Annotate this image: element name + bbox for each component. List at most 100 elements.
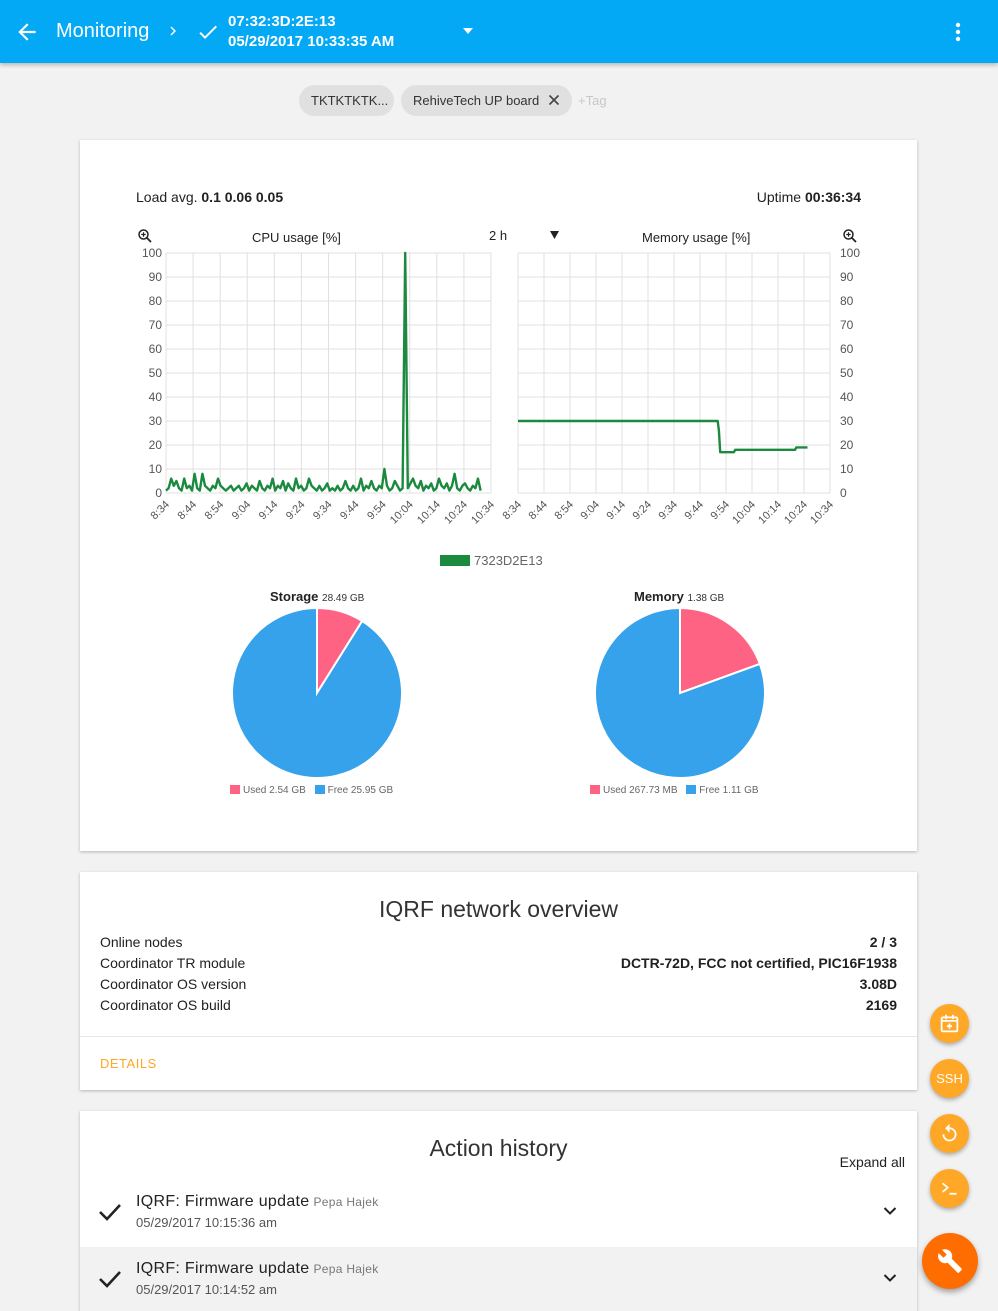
legend-item: Free 25.95 GB [314, 785, 394, 796]
calendar-add-icon [940, 1014, 959, 1033]
x-tick-label: 8:34 [148, 499, 172, 523]
storage-pie-legend: Used 2.54 GB Free 25.95 GB [230, 785, 399, 796]
y-tick-label: 0 [840, 486, 847, 500]
y-tick-label: 100 [142, 246, 162, 260]
legend-swatch [590, 785, 600, 794]
x-tick-label: 9:34 [311, 499, 335, 523]
info-label: Online nodes [100, 934, 183, 950]
info-value: 3.08D [859, 976, 897, 992]
action-history-item[interactable]: IQRF: Firmware update Pepa Hajek 05/29/20… [80, 1247, 917, 1311]
x-tick-label: 10:14 [415, 499, 443, 527]
action-history-item[interactable]: IQRF: Firmware update Pepa Hajek 05/29/20… [80, 1180, 917, 1244]
restart-icon [942, 1123, 957, 1142]
memory-pie-title: Memory 1.38 GB [634, 589, 724, 604]
x-tick-label: 8:54 [203, 499, 227, 523]
tag-chip[interactable]: TKTKTKTK... [299, 85, 394, 116]
x-tick-label: 10:34 [469, 499, 497, 527]
x-tick-label: 8:44 [176, 499, 200, 523]
y-tick-label: 10 [149, 462, 163, 476]
y-tick-label: 20 [840, 438, 854, 452]
tag-chip[interactable]: RehiveTech UP board [401, 85, 572, 116]
legend-label: Free 25.95 GB [327, 785, 394, 796]
y-tick-label: 90 [840, 270, 854, 284]
expand-more-icon[interactable] [883, 1273, 897, 1283]
legend-label: Used 2.54 GB [243, 785, 306, 796]
y-tick-label: 80 [149, 294, 163, 308]
action-name: IQRF: Firmware update Pepa Hajek [136, 1193, 379, 1211]
dropdown-arrow-icon[interactable] [462, 26, 474, 36]
info-value: DCTR-72D, FCC not certified, PIC16F1938 [620, 955, 897, 971]
x-tick-label: 9:24 [284, 499, 308, 523]
add-tag-input[interactable]: +Tag [578, 93, 607, 108]
info-value: 2169 [865, 997, 897, 1013]
y-tick-label: 60 [840, 342, 854, 356]
x-tick-label: 10:04 [388, 499, 416, 527]
legend-swatch [230, 785, 240, 794]
close-icon[interactable] [548, 94, 560, 106]
action-history-card: Action history Expand all IQRF: Firmware… [80, 1111, 917, 1311]
x-tick-label: 9:14 [257, 499, 281, 523]
tools-menu-button[interactable] [922, 1233, 978, 1289]
x-tick-label: 9:14 [604, 499, 628, 523]
x-tick-label: 9:04 [578, 499, 602, 523]
schedule-button[interactable] [930, 1004, 969, 1043]
info-row: Coordinator OS version 3.08D [100, 976, 897, 997]
wrench-icon [938, 1249, 962, 1273]
y-tick-label: 90 [149, 270, 163, 284]
expand-more-icon[interactable] [883, 1206, 897, 1216]
legend-swatch [440, 555, 470, 566]
chevron-right-icon [170, 26, 176, 36]
x-tick-label: 8:34 [500, 499, 524, 523]
y-tick-label: 80 [840, 294, 854, 308]
info-value: 2 / 3 [869, 934, 897, 950]
ssh-button[interactable]: SSH [930, 1059, 969, 1098]
expand-all-button[interactable]: Expand all [840, 1154, 905, 1170]
series-line [165, 251, 482, 492]
action-time: 05/29/2017 10:15:36 am [136, 1215, 277, 1230]
check-icon [99, 1271, 121, 1288]
x-tick-label: 9:54 [365, 499, 389, 523]
legend-item: Free 1.11 GB [686, 785, 759, 796]
restart-button[interactable] [930, 1114, 969, 1153]
storage-total: 28.49 GB [322, 593, 365, 604]
x-tick-label: 9:24 [630, 499, 654, 523]
check-icon [99, 1204, 121, 1221]
y-tick-label: 70 [840, 318, 854, 332]
legend-label: 7323D2E13 [474, 553, 543, 568]
more-vert-icon[interactable] [950, 20, 966, 44]
legend-swatch [314, 785, 325, 794]
page-title[interactable]: Monitoring [56, 20, 149, 43]
info-row: Online nodes 2 / 3 [100, 934, 897, 955]
x-tick-label: 10:04 [730, 499, 758, 527]
device-id: 07:32:3D:2E:13 [228, 13, 336, 30]
x-tick-label: 9:44 [682, 499, 706, 523]
check-icon [199, 25, 217, 39]
tag-label: RehiveTech UP board [413, 93, 540, 108]
y-tick-label: 10 [840, 462, 854, 476]
series-line [518, 419, 808, 454]
y-tick-label: 70 [149, 318, 163, 332]
terminal-button[interactable] [930, 1169, 969, 1208]
y-tick-label: 30 [149, 414, 163, 428]
legend-label: Free 1.11 GB [699, 785, 759, 796]
usage-charts: 01020304050607080901008:34 8:44 8:54 9:04 9:… [142, 246, 860, 779]
iqrf-overview-card: IQRF network overview Online nodes 2 / 3 … [80, 872, 917, 1090]
info-label: Coordinator TR module [100, 955, 246, 971]
x-tick-label: 9:04 [230, 499, 254, 523]
y-tick-label: 0 [155, 486, 162, 500]
chart-legend: 7323D2E13 [440, 553, 543, 568]
arrow-back-icon[interactable] [14, 19, 40, 45]
x-tick-label: 8:44 [526, 499, 550, 523]
x-tick-label: 9:44 [338, 499, 362, 523]
app-bar: Monitoring 07:32:3D:2E:13 05/29/2017 10:… [0, 0, 998, 63]
y-tick-label: 100 [840, 246, 860, 260]
details-button[interactable]: DETAILS [100, 1056, 157, 1071]
legend-item: Used 267.73 MB [590, 785, 678, 796]
action-user: Pepa Hajek [313, 1195, 379, 1209]
storage-pie-title: Storage 28.49 GB [270, 589, 364, 604]
monitoring-card: Load avg. 0.1 0.06 0.05 Uptime 00:36:34 … [80, 140, 917, 851]
action-title: IQRF: Firmware update [136, 1260, 310, 1277]
y-tick-label: 50 [840, 366, 854, 380]
device-date: 05/29/2017 10:33:35 AM [228, 33, 395, 50]
action-name: IQRF: Firmware update Pepa Hajek [136, 1260, 379, 1278]
